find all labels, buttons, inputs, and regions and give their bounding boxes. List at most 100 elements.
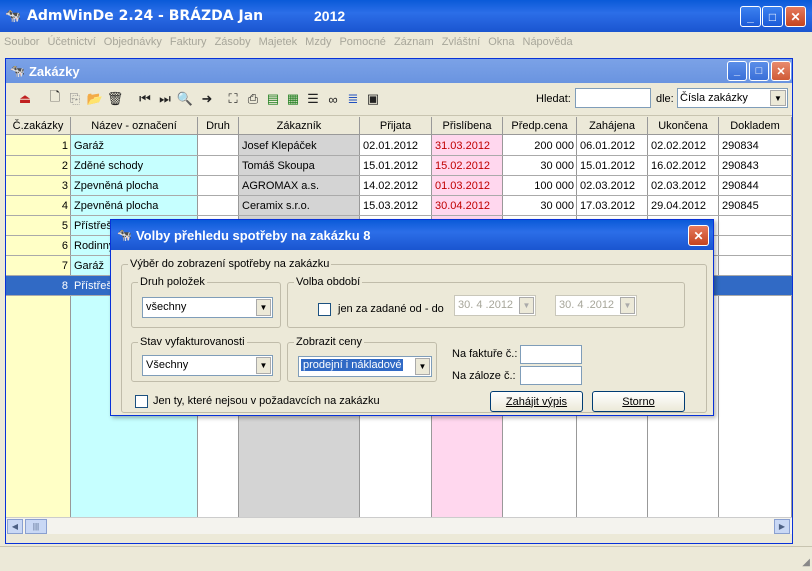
table-cell[interactable]: 06.01.2012 [577, 136, 648, 156]
table-cell[interactable]: Ceramix s.r.o. [239, 196, 360, 216]
scroll-thumb[interactable]: ||| [25, 519, 47, 534]
table-cell[interactable]: Garáž [71, 136, 198, 156]
period-checkbox[interactable] [318, 303, 331, 316]
binoculars-icon[interactable]: ∞ [324, 90, 342, 108]
maximize-button[interactable]: □ [762, 6, 783, 27]
zakazky-titlebar[interactable]: 🐄 Zakázky _ □ ✕ [6, 59, 792, 83]
first-icon[interactable]: ⏮ [136, 90, 154, 108]
table-cell[interactable]: 4 [6, 196, 71, 216]
date-from-picker[interactable]: 30. 4 .2012 ▼ [454, 295, 536, 316]
table-cell[interactable]: 29.04.2012 [648, 196, 719, 216]
table-cell[interactable]: 15.02.2012 [432, 156, 503, 176]
table-cell[interactable]: 290845 [719, 196, 792, 216]
table-cell[interactable]: 6 [6, 236, 71, 256]
menu-item-1[interactable]: Účetnictví [47, 36, 95, 48]
invoice-number-input[interactable] [520, 345, 582, 364]
table-cell[interactable]: 30.04.2012 [432, 196, 503, 216]
exit-icon[interactable]: ⏏ [16, 90, 34, 108]
search-by-select[interactable]: Čísla zakázky ▼ [677, 88, 788, 108]
column-header[interactable]: Přijata [360, 117, 432, 135]
table-cell[interactable]: 8 [6, 276, 71, 296]
dialog-titlebar[interactable]: 🐄 Volby přehledu spotřeby na zakázku 8 ✕ [111, 220, 713, 250]
table-cell[interactable]: 290834 [719, 136, 792, 156]
table-cell[interactable] [719, 236, 792, 256]
only-not-requested-checkbox[interactable] [135, 395, 148, 408]
column-header[interactable]: Č.zakázky [6, 117, 71, 135]
table-cell[interactable] [198, 176, 239, 196]
table-cell[interactable]: 02.03.2012 [577, 176, 648, 196]
prices-select[interactable]: prodejní i nákladové ▼ [298, 356, 432, 377]
menu-item-8[interactable]: Záznam [394, 36, 434, 48]
print-icon[interactable]: ⎙ [244, 90, 262, 108]
table-cell[interactable]: 15.03.2012 [360, 196, 432, 216]
table-cell[interactable]: 02.02.2012 [648, 136, 719, 156]
menu-item-2[interactable]: Objednávky [104, 36, 162, 48]
table-cell[interactable]: 15.01.2012 [577, 156, 648, 176]
table-cell[interactable] [719, 276, 792, 296]
table-cell[interactable]: 1 [6, 136, 71, 156]
close-button[interactable]: ✕ [785, 6, 806, 27]
date-to-picker[interactable]: 30. 4 .2012 ▼ [555, 295, 637, 316]
table-cell[interactable]: 2 [6, 156, 71, 176]
tree-icon[interactable]: ≣ [344, 90, 362, 108]
menu-item-6[interactable]: Mzdy [305, 36, 331, 48]
table-cell[interactable]: 290843 [719, 156, 792, 176]
find-icon[interactable]: 🔍 [176, 90, 194, 108]
menu-item-4[interactable]: Zásoby [215, 36, 251, 48]
copy-icon[interactable]: ⎘ [66, 90, 84, 108]
dialog-close-button[interactable]: ✕ [688, 225, 709, 246]
search-input[interactable] [575, 88, 651, 108]
last-icon[interactable]: ⏭ [156, 90, 174, 108]
scroll-right-button[interactable]: ▶ [774, 519, 790, 534]
delete-icon[interactable]: 🗑 [106, 90, 124, 108]
column-header[interactable]: Předp.cena [503, 117, 577, 135]
table-cell[interactable]: Zpevněná plocha [71, 176, 198, 196]
menu-item-5[interactable]: Majetek [259, 36, 298, 48]
table-cell[interactable] [719, 256, 792, 276]
table-cell[interactable]: 7 [6, 256, 71, 276]
scroll-left-button[interactable]: ◀ [7, 519, 23, 534]
select-icon[interactable]: ⛶ [224, 90, 242, 108]
table-cell[interactable] [719, 216, 792, 236]
column-header[interactable]: Přislíbena [432, 117, 503, 135]
menu-item-7[interactable]: Pomocné [339, 36, 385, 48]
start-listing-button[interactable]: Zahájit výpis [490, 391, 583, 412]
export-icon[interactable]: ▤ [264, 90, 282, 108]
resize-grip-icon[interactable]: ◢ [802, 557, 810, 568]
list-icon[interactable]: ☰ [304, 90, 322, 108]
table-cell[interactable]: 290844 [719, 176, 792, 196]
next-icon[interactable]: ➜ [198, 90, 216, 108]
column-header[interactable]: Zákazník [239, 117, 360, 135]
table-cell[interactable]: 14.02.2012 [360, 176, 432, 196]
deposit-number-input[interactable] [520, 366, 582, 385]
chevron-down-icon[interactable]: ▼ [256, 357, 271, 374]
chevron-down-icon[interactable]: ▼ [415, 358, 430, 375]
child-maximize-button[interactable]: □ [749, 61, 769, 81]
table-cell[interactable]: 30 000 [503, 196, 577, 216]
child-close-button[interactable]: ✕ [771, 61, 791, 81]
table-cell[interactable] [198, 196, 239, 216]
table-cell[interactable]: 02.03.2012 [648, 176, 719, 196]
new-icon[interactable]: 🗋 [46, 89, 64, 108]
table-cell[interactable] [198, 156, 239, 176]
excel-icon[interactable]: ▦ [284, 90, 302, 108]
horizontal-scrollbar[interactable]: ◀ ||| ▶ [6, 517, 792, 534]
app-titlebar[interactable]: 🐄 AdmWinDe 2.24 - BRÁZDA Jan 2012 _ □ ✕ [0, 0, 812, 32]
cancel-button[interactable]: Storno [592, 391, 685, 412]
invoice-status-select[interactable]: Všechny ▼ [142, 355, 273, 376]
chevron-down-icon[interactable]: ▼ [519, 297, 534, 314]
table-cell[interactable]: AGROMAX a.s. [239, 176, 360, 196]
table-cell[interactable]: 17.03.2012 [577, 196, 648, 216]
table-cell[interactable]: 200 000 [503, 136, 577, 156]
table-cell[interactable]: 15.01.2012 [360, 156, 432, 176]
item-type-select[interactable]: všechny ▼ [142, 297, 273, 318]
column-header[interactable]: Ukončena [648, 117, 719, 135]
table-cell[interactable]: 3 [6, 176, 71, 196]
menu-item-10[interactable]: Okna [488, 36, 514, 48]
table-cell[interactable]: 31.03.2012 [432, 136, 503, 156]
column-header[interactable]: Dokladem [719, 117, 792, 135]
child-minimize-button[interactable]: _ [727, 61, 747, 81]
menu-item-9[interactable]: Zvláštní [442, 36, 481, 48]
table-cell[interactable]: Josef Klepáček [239, 136, 360, 156]
table-cell[interactable]: 100 000 [503, 176, 577, 196]
